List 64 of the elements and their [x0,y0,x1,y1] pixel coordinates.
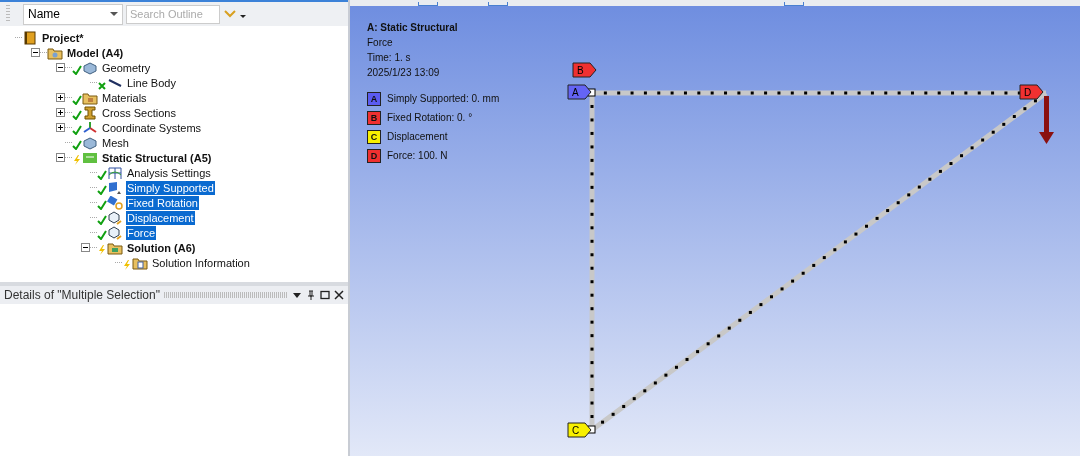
rotation-icon [107,195,123,210]
tree-item[interactable]: Mesh [101,135,130,150]
cube-icon [82,60,98,75]
dropdown-icon[interactable] [292,290,302,300]
tree-item[interactable]: Materials [101,90,148,105]
legend-key: A [367,91,381,106]
collapse-icon[interactable] [31,48,40,57]
tree-item[interactable]: Fixed Rotation [126,195,199,210]
expand-icon[interactable] [56,108,65,117]
analysis-title: A: Static Structural [367,21,459,35]
tree-item[interactable]: Model (A4) [66,45,125,60]
legend-key: D [367,148,381,163]
legend-key: B [367,110,381,125]
panel-title: Details of "Multiple Selection" [4,288,160,302]
date-label: 2025/1/23 13:09 [367,66,441,80]
legend-label: Force: 100. N [387,149,448,163]
tree-item[interactable]: Simply Supported [126,180,215,195]
force-arrow [1039,96,1054,144]
legend-key: C [367,129,381,144]
tree-item[interactable]: Analysis Settings [126,165,212,180]
legend-label: Simply Supported: 0. mm [387,92,500,106]
expand-icon[interactable] [56,93,65,102]
label-tag: D [1019,84,1044,100]
expand-icon[interactable] [56,123,65,132]
maximize-icon[interactable] [320,290,330,300]
tree-item[interactable]: Static Structural (A5) [101,150,213,165]
beam-icon [82,105,98,120]
search-field[interactable]: Search Outline [126,4,220,24]
tree-item[interactable]: Cross Sections [101,105,177,120]
result-name: Force [367,36,394,50]
label-tag: A [567,84,592,100]
time-label: Time: 1. s [367,51,412,65]
label-tag: C [567,422,592,438]
collapse-icon[interactable] [81,243,90,252]
support-icon [107,180,123,195]
folder-icon [47,45,63,60]
grip-handle[interactable] [6,5,10,23]
viewport[interactable]: B A D C A: Static Structural Force Time: 1. s 2025/1/23 13:09 A Simply Supported: 0. mm B Fixed Rotation: 0. ° C Displacement D Force: 100. N [350,6,1080,456]
tree-item[interactable]: Coordinate Systems [101,120,203,135]
legend-label: Fixed Rotation: 0. ° [387,111,473,125]
folder-icon [107,240,123,255]
tree-item[interactable]: Solution (A6) [126,240,197,255]
filter-dropdown[interactable]: Name [23,3,123,25]
folder-icon [82,90,98,105]
tree-item[interactable]: Line Body [126,75,177,90]
label-tag: B [572,62,597,78]
tree-item[interactable]: Displacement [126,210,195,225]
legend-label: Displacement [387,130,448,144]
cube-icon [82,135,98,150]
cube-icon [107,225,123,240]
tree-item[interactable]: Geometry [101,60,152,75]
close-icon[interactable] [334,290,344,300]
tree-item[interactable]: Project* [41,30,85,45]
book-icon [22,30,38,45]
collapse-icon[interactable] [56,153,65,162]
frame-icon [107,165,123,180]
pin-icon[interactable] [306,290,316,300]
tree-item[interactable]: Force [126,225,157,240]
cube-icon [107,210,123,225]
axes-icon [82,120,98,135]
folder-icon [132,255,148,270]
analysis-icon [82,150,98,165]
tree-item[interactable]: Solution Information [151,255,251,270]
collapse-icon[interactable] [56,63,65,72]
